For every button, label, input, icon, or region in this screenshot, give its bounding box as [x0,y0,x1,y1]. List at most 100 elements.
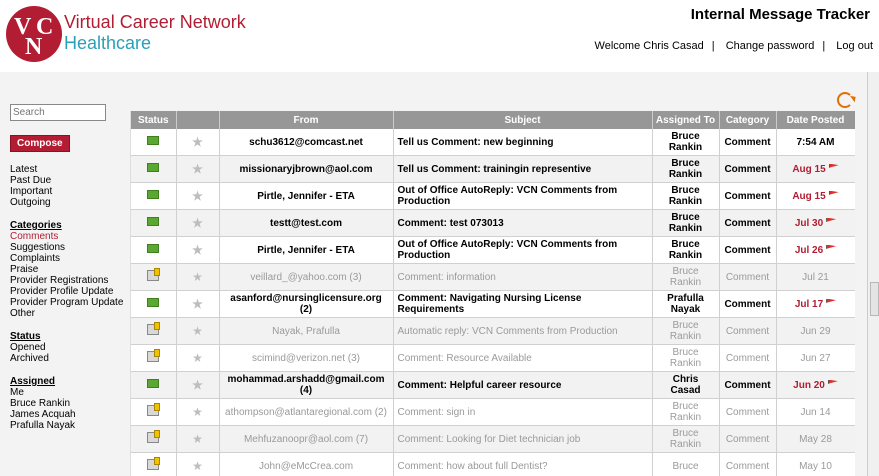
folder-outgoing[interactable]: Outgoing [10,197,130,208]
assigned-me[interactable]: Me [10,387,130,398]
date-text: Aug 15 [792,190,826,202]
category-complaints[interactable]: Complaints [10,253,130,264]
column-header-date-posted[interactable]: Date Posted [776,111,855,129]
message-row[interactable]: ★ John@eMcCrea.com Comment: how about full… [131,452,855,476]
star-icon[interactable]: ★ [192,216,203,230]
subject-cell[interactable]: Tell us Comment: trainingin representive [393,155,653,183]
assigned-james-acquah[interactable]: James Acquah [10,409,130,420]
star-cell[interactable]: ★ [176,236,220,264]
column-header-assigned-to[interactable]: Assigned To [652,111,720,129]
column-header-category[interactable]: Category [719,111,777,129]
change-password-link[interactable]: Change password [726,40,815,52]
scrollbar-thumb[interactable] [870,282,879,316]
subject-cell[interactable]: Out of Office AutoReply: VCN Comments fr… [393,182,653,210]
star-cell[interactable]: ★ [176,290,220,318]
star-cell[interactable]: ★ [176,371,220,399]
star-icon[interactable]: ★ [192,324,203,338]
star-cell[interactable]: ★ [176,398,220,426]
from-cell[interactable]: schu3612@comcast.net [219,129,394,156]
from-cell[interactable]: Pirtle, Jennifer - ETA [219,182,394,210]
from-cell[interactable]: testt@test.com [219,209,394,237]
from-cell[interactable]: asanford@nursinglicensure.org (2) [219,290,394,318]
category-suggestions[interactable]: Suggestions [10,242,130,253]
star-icon[interactable]: ★ [192,432,203,446]
from-cell[interactable]: Mehfuzanoopr@aol.com (7) [219,425,394,453]
category-comments[interactable]: Comments [10,231,130,242]
star-cell[interactable]: ★ [176,129,220,156]
star-icon[interactable]: ★ [192,405,203,419]
column-header-subject[interactable]: Subject [393,111,653,129]
folder-latest[interactable]: Latest [10,164,130,175]
vertical-scrollbar[interactable] [867,72,879,476]
star-icon[interactable]: ★ [192,351,203,365]
logout-link[interactable]: Log out [836,40,873,52]
message-row[interactable]: ★ Mehfuzanoopr@aol.com (7) Comment: Lookin… [131,425,855,453]
column-header-status[interactable]: Status [131,111,177,129]
subject-cell[interactable]: Out of Office AutoReply: VCN Comments fr… [393,236,653,264]
subject-cell[interactable]: Comment: test 073013 [393,209,653,237]
subject-cell[interactable]: Automatic reply: VCN Comments from Produ… [393,317,653,345]
status-opened[interactable]: Opened [10,342,130,353]
star-cell[interactable]: ★ [176,209,220,237]
assigned-heading[interactable]: Assigned [10,376,130,387]
from-cell[interactable]: Pirtle, Jennifer - ETA [219,236,394,264]
category-provider-program-update[interactable]: Provider Program Update [10,297,130,308]
folder-important[interactable]: Important [10,186,130,197]
from-cell[interactable]: mohammad.arshadd@gmail.com (4) [219,371,394,399]
message-row[interactable]: ★ testt@test.com Comment: test 073013 Bruce… [131,209,855,237]
message-row[interactable]: ★ athompson@atlantaregional.com (2) Commen… [131,398,855,426]
message-row[interactable]: ★ schu3612@comcast.net Tell us Comment: ne… [131,129,855,156]
star-cell[interactable]: ★ [176,155,220,183]
star-icon[interactable]: ★ [192,459,203,473]
message-row[interactable]: ★ Pirtle, Jennifer - ETA Out of Office Aut… [131,182,855,210]
subject-cell[interactable]: Comment: Resource Available [393,344,653,372]
status-heading[interactable]: Status [10,331,130,342]
message-row[interactable]: ★ scimind@verizon.net (3) Comment: Resourc… [131,344,855,372]
refresh-icon[interactable] [837,92,853,108]
folder-past-due[interactable]: Past Due [10,175,130,186]
subject-cell[interactable]: Comment: Looking for Diet technician job [393,425,653,453]
message-row[interactable]: ★ Nayak, Prafulla Automatic reply: VCN Com… [131,317,855,345]
compose-button[interactable]: Compose [10,135,70,152]
category-other[interactable]: Other [10,308,130,319]
subject-cell[interactable]: Comment: information [393,263,653,291]
star-cell[interactable]: ★ [176,263,220,291]
star-icon[interactable]: ★ [192,189,203,203]
search-input[interactable] [10,104,106,121]
subject-cell[interactable]: Comment: Helpful career resource [393,371,653,399]
subject-cell[interactable]: Comment: sign in [393,398,653,426]
star-icon[interactable]: ★ [192,135,203,149]
category-praise[interactable]: Praise [10,264,130,275]
message-row[interactable]: ★ Pirtle, Jennifer - ETA Out of Office Aut… [131,236,855,264]
message-row[interactable]: ★ veillard_@yahoo.com (3) Comment: informa… [131,263,855,291]
subject-cell[interactable]: Tell us Comment: new beginning [393,129,653,156]
star-cell[interactable]: ★ [176,425,220,453]
star-icon[interactable]: ★ [192,270,203,284]
star-icon[interactable]: ★ [192,297,203,311]
assigned-bruce-rankin[interactable]: Bruce Rankin [10,398,130,409]
message-row[interactable]: ★ missionaryjbrown@aol.com Tell us Comment… [131,155,855,183]
from-cell[interactable]: veillard_@yahoo.com (3) [219,263,394,291]
star-icon[interactable]: ★ [192,243,203,257]
category-provider-profile-update[interactable]: Provider Profile Update [10,286,130,297]
star-cell[interactable]: ★ [176,452,220,476]
from-cell[interactable]: John@eMcCrea.com [219,452,394,476]
assigned-prafulla-nayak[interactable]: Prafulla Nayak [10,420,130,431]
message-row[interactable]: ★ asanford@nursinglicensure.org (2) Commen… [131,290,855,318]
from-cell[interactable]: Nayak, Prafulla [219,317,394,345]
star-cell[interactable]: ★ [176,182,220,210]
category-provider-registrations[interactable]: Provider Registrations [10,275,130,286]
categories-heading[interactable]: Categories [10,220,130,231]
star-cell[interactable]: ★ [176,344,220,372]
from-cell[interactable]: missionaryjbrown@aol.com [219,155,394,183]
star-icon[interactable]: ★ [192,162,203,176]
subject-cell[interactable]: Comment: how about full Dentist? [393,452,653,476]
from-cell[interactable]: scimind@verizon.net (3) [219,344,394,372]
star-cell[interactable]: ★ [176,317,220,345]
status-archived[interactable]: Archived [10,353,130,364]
from-cell[interactable]: athompson@atlantaregional.com (2) [219,398,394,426]
message-row[interactable]: ★ mohammad.arshadd@gmail.com (4) Comment: … [131,371,855,399]
column-header-from[interactable]: From [219,111,394,129]
subject-cell[interactable]: Comment: Navigating Nursing License Requ… [393,290,653,318]
star-icon[interactable]: ★ [192,378,203,392]
